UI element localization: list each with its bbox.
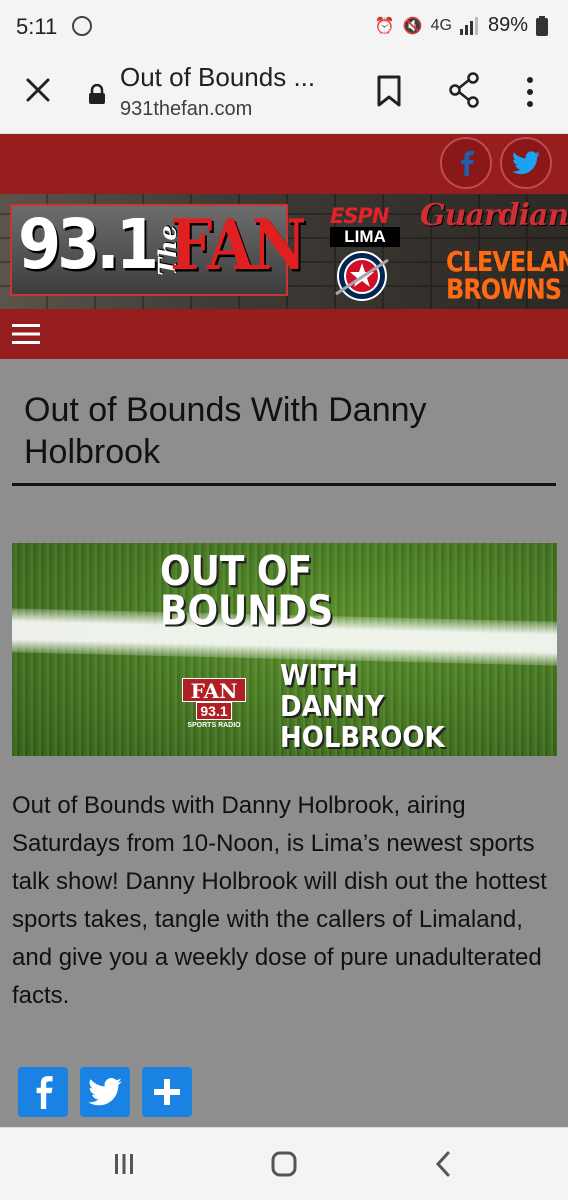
system-nav-bar — [0, 1127, 568, 1200]
plus-icon — [154, 1079, 180, 1105]
site-logo[interactable]: 93.1 The FAN — [10, 204, 306, 296]
hero-fan-logo: FAN 93.1 SPORTS RADIO — [182, 678, 246, 736]
twitter-link[interactable] — [500, 137, 552, 189]
hero-image: OUT OF BOUNDS FAN 93.1 SPORTS RADIO WITH… — [12, 543, 557, 756]
lock-icon — [89, 84, 105, 104]
share-twitter-button[interactable] — [80, 1067, 130, 1117]
alarm-icon: ⏰ — [374, 17, 395, 35]
browser-toolbar: Out of Bounds ... 931thefan.com — [0, 52, 568, 134]
status-time: 5:11 — [16, 14, 58, 39]
espn-city: LIMA — [330, 227, 400, 247]
guardians-logo: Guardians — [420, 198, 568, 233]
hero-host-name: WITH DANNY HOLBROOK — [280, 659, 445, 755]
main-content: Out of Bounds With Danny Holbrook OUT OF… — [0, 359, 568, 1127]
facebook-link[interactable] — [440, 137, 492, 189]
logo-fan: FAN — [170, 205, 306, 287]
battery-icon — [536, 15, 548, 36]
twitter-icon — [88, 1078, 122, 1106]
hero-show-title: OUT OF BOUNDS — [160, 548, 334, 635]
facebook-icon — [36, 1076, 53, 1109]
share-more-button[interactable] — [142, 1067, 192, 1117]
social-bar — [0, 134, 568, 194]
blue-jackets-logo — [335, 251, 389, 301]
browns-line2: BROWNS — [446, 273, 562, 306]
share-buttons — [18, 1067, 192, 1117]
home-icon[interactable] — [268, 1148, 300, 1180]
recent-apps-icon[interactable] — [108, 1148, 140, 1180]
status-icons: ⏰ 🔇 4G 89% — [375, 14, 548, 37]
logo-number: 93.1 — [18, 204, 159, 285]
espn-label: ESPN — [330, 204, 389, 228]
browns-line1: CLEVELAND — [446, 245, 568, 278]
article-description: Out of Bounds with Danny Holbrook, airin… — [12, 792, 547, 1009]
espn-lima-logo: ESPN LIMA — [330, 206, 400, 247]
page-tab-title[interactable]: Out of Bounds ... — [120, 62, 315, 93]
page-title: Out of Bounds With Danny Holbrook — [24, 391, 427, 471]
network-type: 4G — [430, 16, 452, 34]
close-icon[interactable] — [22, 74, 54, 106]
url-text[interactable]: 931thefan.com — [120, 98, 252, 121]
share-icon[interactable] — [448, 72, 480, 108]
browns-logo: CLEVELAND BROWNS — [446, 248, 568, 303]
back-icon[interactable] — [428, 1148, 460, 1180]
site-nav — [0, 309, 568, 359]
facebook-icon — [461, 151, 474, 176]
battery-level: 89% — [487, 14, 528, 36]
mute-icon: 🔇 — [402, 17, 423, 35]
status-bar: 5:11 ⏰ 🔇 4G 89% — [0, 0, 568, 52]
title-divider — [12, 483, 556, 486]
hamburger-menu-icon[interactable] — [12, 323, 40, 345]
at-sign-icon — [72, 16, 92, 36]
signal-icon — [459, 16, 478, 35]
more-options-icon[interactable] — [520, 74, 540, 110]
share-facebook-button[interactable] — [18, 1067, 68, 1117]
bookmark-icon[interactable] — [375, 74, 403, 108]
twitter-icon — [512, 151, 540, 175]
